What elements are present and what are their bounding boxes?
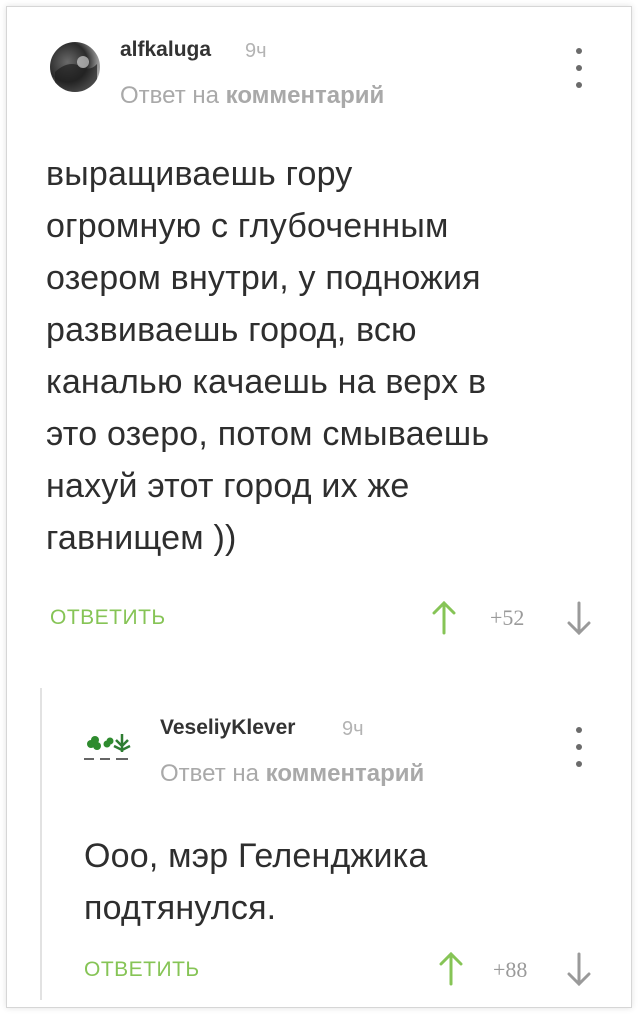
upvote-arrow-icon[interactable] (431, 601, 457, 635)
reply-button[interactable]: ОТВЕТИТЬ (50, 606, 166, 630)
more-options-icon[interactable] (572, 727, 586, 767)
reply-to-prefix: Ответ на (120, 82, 219, 109)
thread-indent-line (40, 688, 42, 1000)
clover-avatar-icon (84, 734, 131, 760)
avatar-image-icon (55, 56, 97, 92)
reply-to-line: Ответ на комментарий (120, 82, 384, 110)
comment-score: +52 (490, 605, 525, 630)
comment-author[interactable]: VeseliyKlever (160, 716, 295, 740)
downvote-arrow-icon[interactable] (566, 601, 592, 635)
upvote-arrow-icon[interactable] (438, 952, 464, 986)
comment-time: 9ч (245, 40, 267, 62)
comment-text: выращиваешь гору огромную с глубоченным … (46, 155, 490, 557)
reply-to-link[interactable]: комментарий (226, 82, 385, 109)
avatar[interactable] (50, 42, 100, 92)
reply-to-link[interactable]: комментарий (266, 760, 425, 787)
reply-to-line: Ответ на комментарий (160, 760, 424, 788)
comment-score: +88 (493, 957, 528, 982)
reply-to-prefix: Ответ на (160, 760, 259, 787)
reply-button[interactable]: ОТВЕТИТЬ (84, 958, 200, 982)
downvote-arrow-icon[interactable] (566, 952, 592, 986)
comment-text: Ооо, мэр Геленджика подтянулся. (84, 837, 428, 927)
avatar[interactable] (78, 722, 134, 778)
comment-author[interactable]: alfkaluga (120, 38, 211, 62)
comment-time: 9ч (342, 718, 364, 740)
more-options-icon[interactable] (572, 48, 586, 88)
